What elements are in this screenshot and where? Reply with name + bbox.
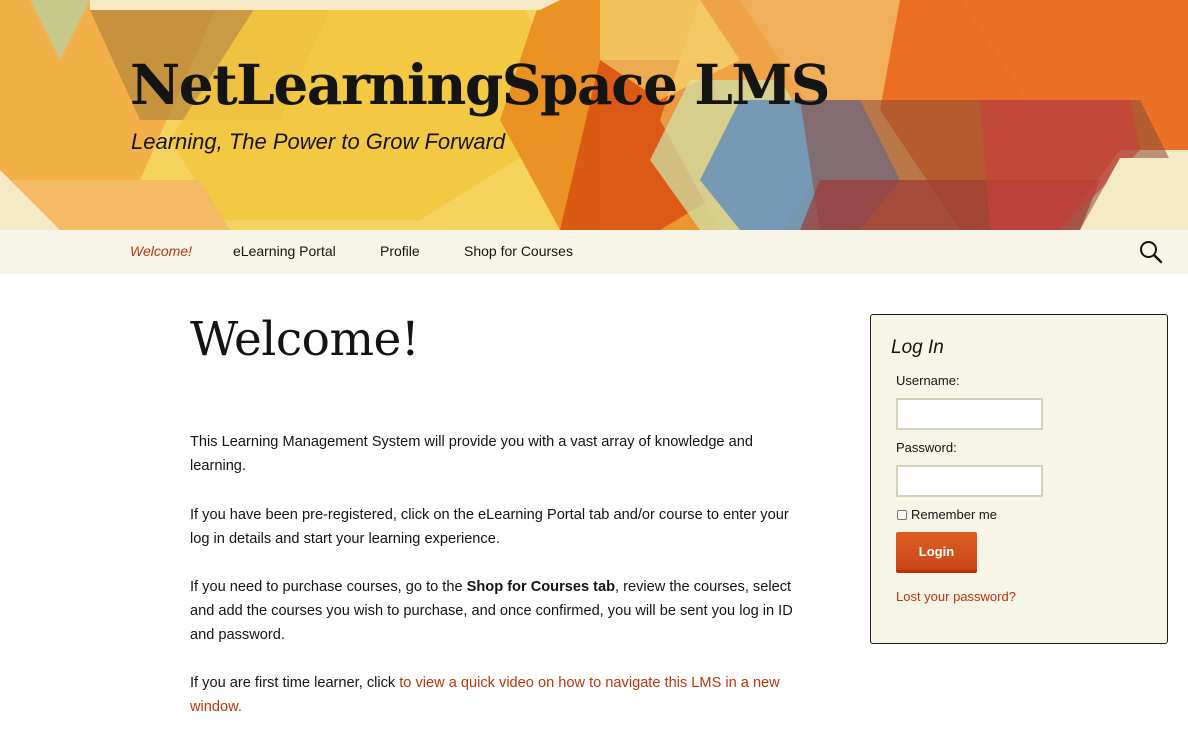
site-tagline: Learning, The Power to Grow Forward	[131, 129, 506, 154]
search-icon[interactable]	[1139, 240, 1163, 264]
preregistered-paragraph: If you have been pre-registered, click o…	[190, 507, 789, 547]
first-time-paragraph: If you are first time learner, click to …	[190, 671, 810, 719]
login-title: Log In	[891, 337, 944, 358]
site-title[interactable]: NetLearningSpace LMS	[130, 52, 831, 117]
intro-paragraph: This Learning Management System will pro…	[190, 434, 753, 474]
shop-for-courses-bold: Shop for Courses tab	[466, 579, 616, 595]
nav-item-welcome[interactable]: Welcome!	[130, 243, 192, 259]
remember-me-checkbox[interactable]	[897, 510, 907, 520]
nav-item-shop-for-courses[interactable]: Shop for Courses	[464, 243, 573, 259]
nav-item-profile[interactable]: Profile	[380, 243, 420, 259]
username-label: Username:	[896, 373, 960, 388]
purchase-text-before: If you need to purchase courses, go to t…	[190, 579, 467, 595]
lost-password-link[interactable]: Lost your password?	[896, 589, 1016, 604]
first-time-text: If you are first time learner, click	[190, 675, 400, 691]
purchase-paragraph: If you need to purchase courses, go to t…	[190, 575, 810, 647]
remember-me-label[interactable]: Remember me	[911, 507, 997, 522]
nav-item-elearning-portal[interactable]: eLearning Portal	[233, 243, 336, 259]
username-input[interactable]	[896, 398, 1043, 430]
site-header: NetLearningSpace LMS Learning, The Power…	[0, 0, 1188, 230]
password-input[interactable]	[896, 465, 1043, 497]
page-title: Welcome!	[190, 312, 420, 367]
login-button[interactable]: Login	[896, 532, 977, 573]
main-navigation: Welcome! eLearning Portal Profile Shop f…	[0, 230, 1188, 274]
login-widget: Log In Username: Password: Remember me L…	[870, 314, 1168, 644]
password-label: Password:	[896, 440, 957, 455]
